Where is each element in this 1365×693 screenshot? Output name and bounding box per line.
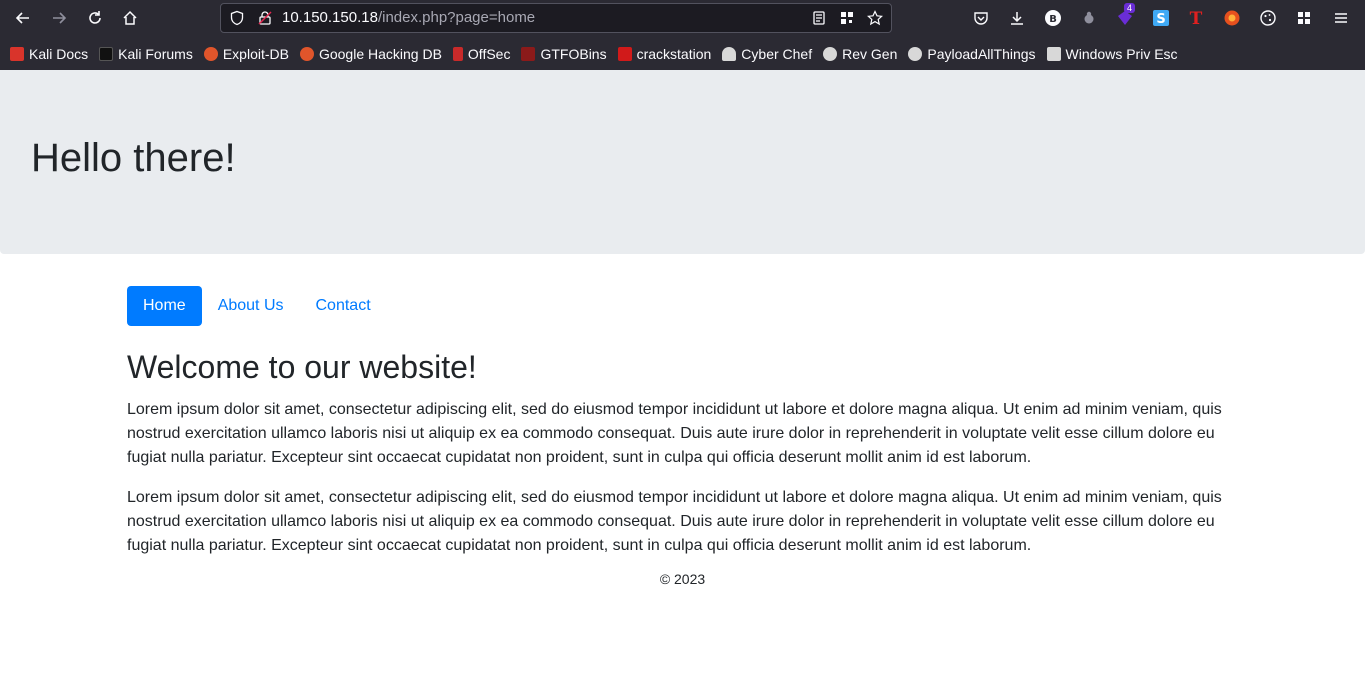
bookmark-gtfobins[interactable]: GTFOBins	[521, 46, 607, 62]
cookie-icon[interactable]	[1258, 8, 1278, 28]
bookmark-exploit-db[interactable]: Exploit-DB	[203, 46, 289, 62]
offsec-icon	[452, 46, 463, 61]
jumbotron-title: Hello there!	[31, 136, 236, 180]
bookmark-crackstation[interactable]: crackstation	[617, 46, 711, 62]
bookmarks-toolbar: Kali Docs Kali Forums Exploit-DB Google …	[0, 37, 1365, 70]
back-arrow-icon[interactable]	[12, 7, 34, 29]
url-bar[interactable]: 10.150.150.18/index.php?page=home	[220, 3, 892, 33]
bookmark-star-icon[interactable]	[867, 10, 883, 26]
hamburger-menu-icon[interactable]	[1331, 8, 1351, 28]
bookmark-rev-gen[interactable]: Rev Gen	[823, 46, 897, 62]
jumbotron: Hello there!	[0, 70, 1365, 254]
kali-docs-icon	[10, 46, 24, 61]
gtfobins-icon	[521, 46, 536, 61]
bookmark-offsec[interactable]: OffSec	[452, 46, 510, 62]
reload-icon[interactable]	[84, 7, 106, 29]
extension-badge: 4	[1124, 3, 1136, 13]
bookmark-windows-priv-esc[interactable]: Windows Priv Esc	[1046, 46, 1178, 62]
extension-purple-icon[interactable]: 4	[1115, 3, 1136, 28]
svg-text:B: B	[1049, 14, 1057, 25]
nav-home-link[interactable]: Home	[127, 286, 202, 326]
extensions-puzzle-icon[interactable]	[1294, 8, 1314, 28]
shield-icon[interactable]	[229, 10, 245, 26]
bookmark-payload-all-things[interactable]: PayloadAllThings	[908, 46, 1036, 62]
nav-contact-link[interactable]: Contact	[300, 286, 387, 326]
github-icon	[908, 46, 923, 61]
qr-code-icon[interactable]	[839, 10, 855, 26]
svg-text:S: S	[1156, 12, 1165, 27]
downloads-icon[interactable]	[1007, 8, 1027, 28]
url-host: 10.150.150.18	[282, 9, 378, 26]
page-nav: Home About Us Contact	[127, 286, 1237, 326]
forward-arrow-icon[interactable]	[48, 7, 70, 29]
paragraph-1: Lorem ipsum dolor sit amet, consectetur …	[127, 401, 1222, 466]
bookmark-kali-docs[interactable]: Kali Docs	[10, 46, 88, 62]
bookmark-google-hacking-db[interactable]: Google Hacking DB	[299, 46, 442, 62]
browser-toolbar: 10.150.150.18/index.php?page=home B 4 S …	[0, 0, 1365, 37]
extension-b-icon[interactable]: B	[1043, 8, 1063, 28]
extension-bug-icon[interactable]	[1079, 8, 1099, 28]
book-icon	[1046, 46, 1061, 61]
home-icon[interactable]	[119, 7, 141, 29]
kali-dragon-icon	[99, 46, 114, 61]
svg-text:T: T	[1190, 9, 1203, 27]
insecure-lock-icon[interactable]	[257, 10, 273, 26]
browser-chrome: 10.150.150.18/index.php?page=home B 4 S …	[0, 0, 1365, 70]
extension-fox-icon[interactable]	[1222, 8, 1242, 28]
reader-view-icon[interactable]	[811, 10, 827, 26]
exploit-db-icon	[203, 46, 218, 61]
pocket-icon[interactable]	[971, 8, 991, 28]
page-heading: Welcome to our website!	[127, 349, 477, 385]
bookmark-kali-forums[interactable]: Kali Forums	[99, 46, 193, 62]
extension-s-icon[interactable]: S	[1151, 8, 1171, 28]
crackstation-icon	[617, 46, 632, 61]
paragraph-2: Lorem ipsum dolor sit amet, consectetur …	[127, 489, 1222, 554]
nav-about-us-link[interactable]: About Us	[202, 286, 300, 326]
url-text[interactable]: 10.150.150.18/index.php?page=home	[282, 9, 535, 27]
ghdb-icon	[299, 46, 314, 61]
main-content: Home About Us Contact Welcome to our web…	[127, 286, 1237, 558]
footer-copyright: © 2023	[659, 571, 706, 587]
chef-hat-icon	[722, 46, 737, 61]
url-path: /index.php?page=home	[377, 9, 536, 26]
skull-icon	[823, 46, 838, 61]
extension-t-icon[interactable]: T	[1186, 8, 1206, 28]
bookmark-cyber-chef[interactable]: Cyber Chef	[722, 46, 812, 62]
